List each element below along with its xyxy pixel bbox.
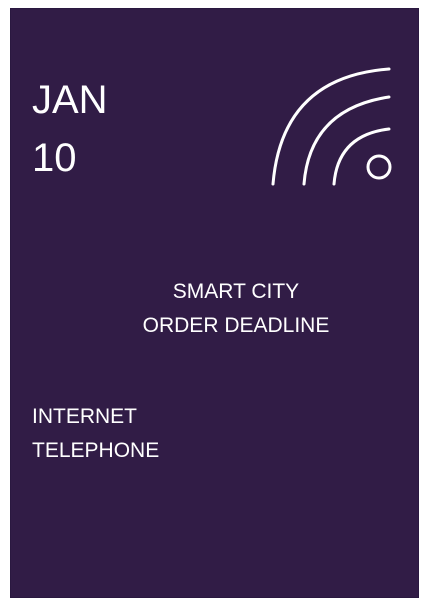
event-card: JAN 10 SMART CITY ORDER DEADLINE INTERNE…	[10, 8, 419, 598]
service-item-internet: INTERNET	[32, 405, 137, 428]
event-title-line-2: ORDER DEADLINE	[142, 314, 330, 337]
event-day: 10	[32, 136, 77, 180]
event-title-line-1: SMART CITY	[172, 280, 300, 303]
service-list: INTERNET TELEPHONE	[32, 400, 159, 468]
event-date: JAN 10	[32, 71, 108, 187]
event-month: JAN	[32, 78, 108, 122]
service-item-telephone: TELEPHONE	[32, 439, 160, 462]
wireless-signal-icon	[271, 67, 392, 186]
event-title: SMART CITY ORDER DEADLINE	[71, 275, 401, 343]
